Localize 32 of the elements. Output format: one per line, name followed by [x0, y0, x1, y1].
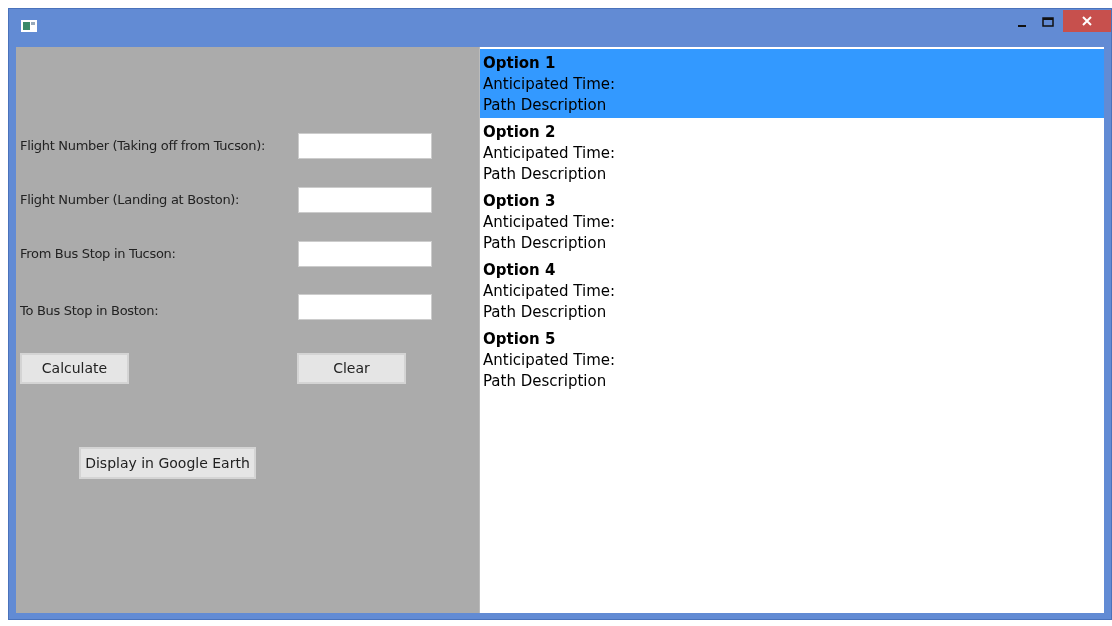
option-title: Option 1	[483, 53, 556, 74]
display-button[interactable]: Display in Google Earth	[79, 447, 256, 479]
minimize-icon	[1018, 25, 1026, 27]
anticipated-time: Anticipated Time:	[483, 74, 616, 95]
path-description: Path Description	[483, 164, 607, 185]
field-label: Flight Number (Taking off from Tucson):	[20, 137, 267, 156]
path-description: Path Description	[483, 302, 607, 323]
calculate-button[interactable]: Calculate	[20, 353, 129, 384]
input-field[interactable]	[298, 133, 432, 159]
close-icon	[1082, 16, 1092, 26]
field-label: Flight Number (Landing at Boston):	[20, 191, 241, 210]
anticipated-time: Anticipated Time:	[483, 350, 616, 371]
option-title: Option 3	[483, 191, 556, 212]
app-icon	[21, 20, 37, 32]
anticipated-time: Anticipated Time:	[483, 143, 616, 164]
input-field[interactable]	[298, 241, 432, 267]
input-field[interactable]	[298, 294, 432, 320]
field-label: To Bus Stop in Boston:	[20, 302, 160, 321]
clear-button[interactable]: Clear	[297, 353, 406, 384]
field-label: From Bus Stop in Tucson:	[20, 245, 177, 264]
path-description: Path Description	[483, 233, 607, 254]
input-field[interactable]	[298, 187, 432, 213]
option-title: Option 2	[483, 122, 556, 143]
path-description: Path Description	[483, 371, 607, 392]
close-button[interactable]	[1063, 10, 1111, 32]
path-description: Path Description	[483, 95, 607, 116]
option-title: Option 5	[483, 329, 556, 350]
maximize-icon	[1042, 17, 1054, 27]
option-item[interactable]: Option 1 Anticipated Time: Path Description	[480, 49, 1104, 118]
anticipated-time: Anticipated Time:	[483, 212, 616, 233]
option-title: Option 4	[483, 260, 556, 281]
anticipated-time: Anticipated Time:	[483, 281, 616, 302]
